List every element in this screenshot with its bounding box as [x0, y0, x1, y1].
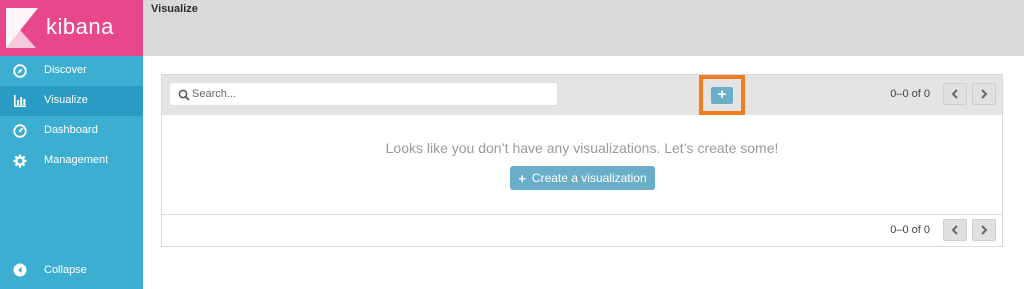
- top-bar: Visualize: [143, 0, 1024, 56]
- sidebar-item-dashboard[interactable]: Dashboard: [0, 116, 143, 146]
- add-button-highlight: +: [699, 75, 745, 115]
- page-title: Visualize: [151, 3, 198, 15]
- dashboard-icon: [13, 124, 27, 138]
- collapse-label: Collapse: [44, 264, 87, 276]
- sidebar-item-label: Dashboard: [44, 124, 98, 136]
- chevron-right-icon: [981, 89, 988, 99]
- bottom-pager: 0–0 of 0: [890, 219, 996, 241]
- next-page-button[interactable]: [972, 219, 996, 241]
- create-visualization-button[interactable]: + Create a visualization: [510, 166, 655, 190]
- plus-icon: +: [518, 170, 526, 186]
- top-pager: 0–0 of 0: [890, 83, 996, 105]
- chevron-left-circle-icon: [13, 263, 27, 277]
- empty-state-message: Looks like you don’t have any visualizat…: [385, 140, 779, 156]
- pager-count: 0–0 of 0: [890, 88, 930, 100]
- chevron-left-icon: [951, 89, 958, 99]
- sidebar-item-label: Discover: [44, 64, 87, 76]
- pager-count: 0–0 of 0: [890, 224, 930, 236]
- sidebar-item-visualize[interactable]: Visualize: [0, 86, 143, 116]
- compass-icon: [13, 64, 27, 78]
- search-icon: [178, 89, 190, 101]
- collapse-button[interactable]: Collapse: [0, 256, 143, 284]
- divider: [162, 214, 1002, 215]
- sidebar-item-management[interactable]: Management: [0, 146, 143, 176]
- toolbar: + 0–0 of 0: [162, 75, 1002, 115]
- sidebar-item-discover[interactable]: Discover: [0, 56, 143, 86]
- sidebar-nav: Discover Visualize Dashboard Management: [0, 56, 143, 176]
- kibana-logo-icon: [6, 8, 38, 48]
- sidebar: kibana Discover Visualize Dashboard Mana…: [0, 0, 143, 289]
- create-visualization-label: Create a visualization: [531, 171, 647, 185]
- chevron-left-icon: [951, 225, 958, 235]
- brand-name: kibana: [46, 14, 114, 39]
- add-visualization-button[interactable]: +: [711, 87, 733, 104]
- bar-chart-icon: [14, 95, 26, 107]
- search-box: [169, 82, 558, 106]
- chevron-right-icon: [981, 225, 988, 235]
- previous-page-button[interactable]: [943, 219, 967, 241]
- visualizations-panel: + 0–0 of 0 Looks like you don’t have any…: [161, 74, 1003, 247]
- sidebar-item-label: Management: [44, 154, 109, 166]
- next-page-button[interactable]: [972, 83, 996, 105]
- sidebar-item-label: Visualize: [44, 94, 88, 106]
- previous-page-button[interactable]: [943, 83, 967, 105]
- search-input[interactable]: [192, 84, 552, 104]
- gear-icon: [13, 154, 27, 168]
- kibana-logo[interactable]: kibana: [0, 0, 143, 56]
